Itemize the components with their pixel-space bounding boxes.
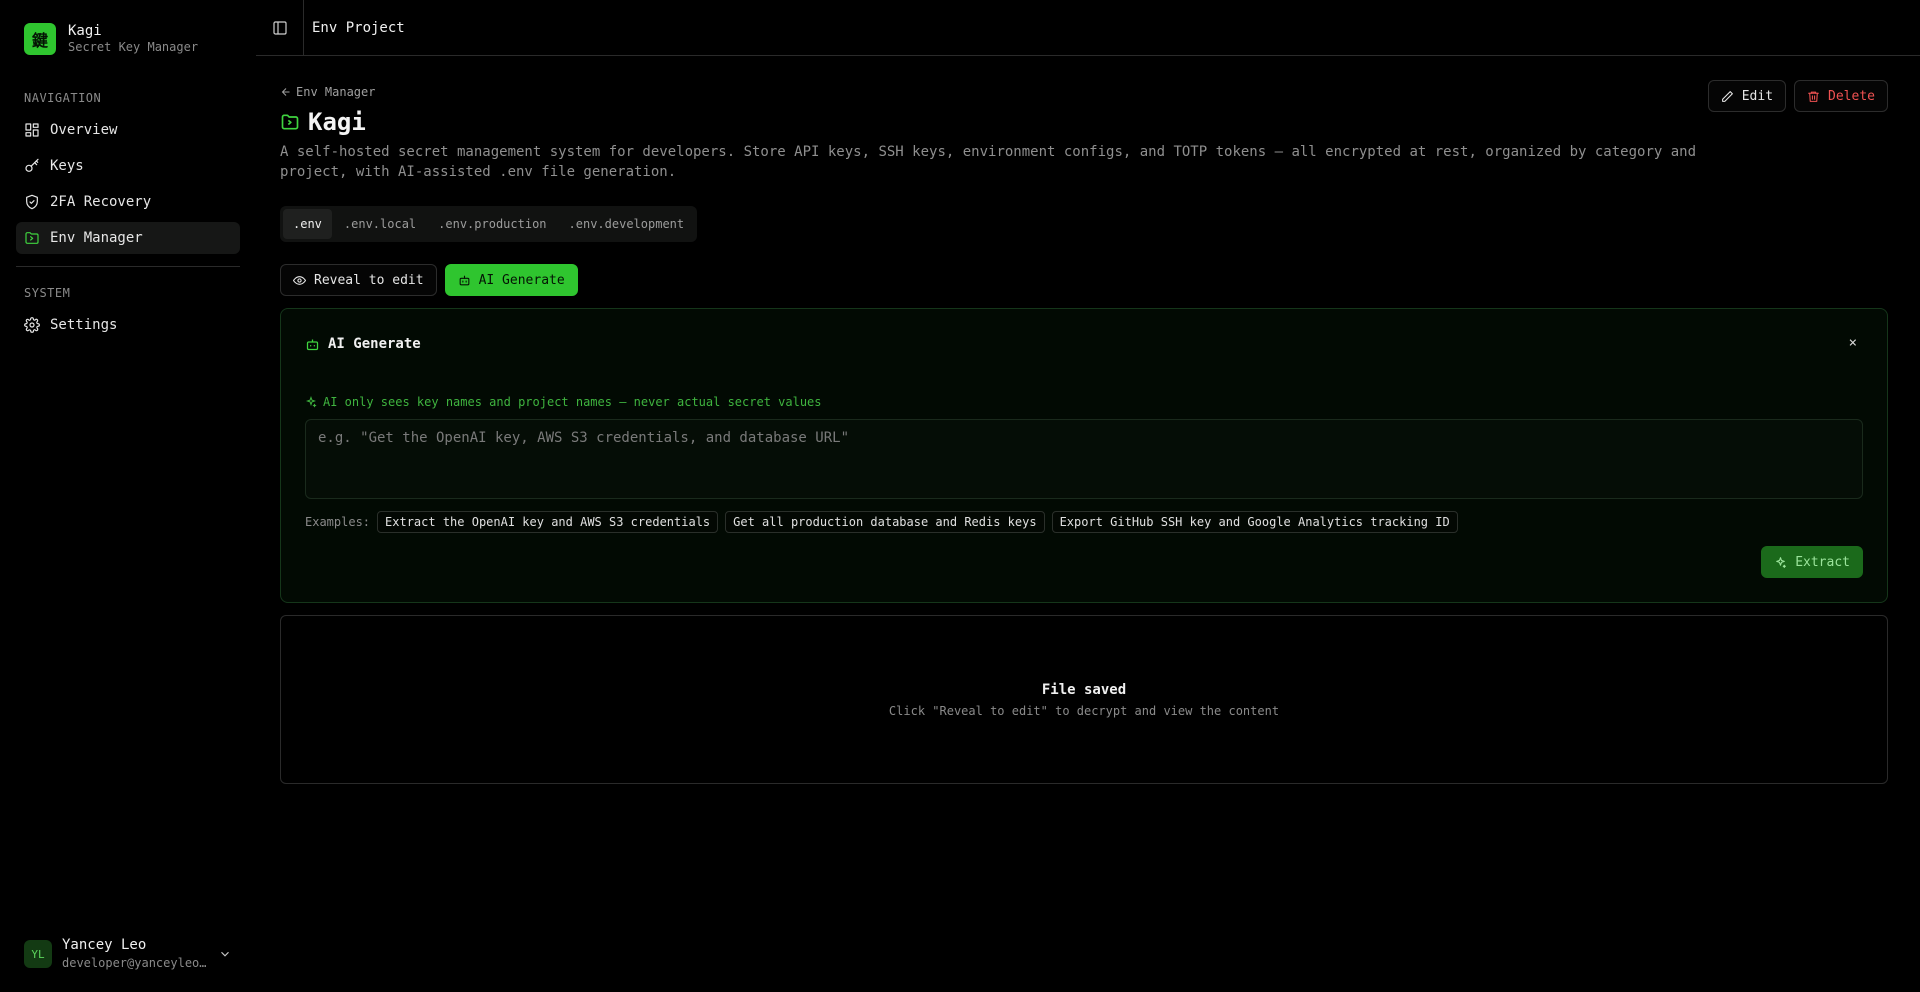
sidebar: 鍵 Kagi Secret Key Manager NAVIGATION Ove… [0,0,256,992]
trash-icon [1808,91,1819,102]
gear-icon [24,317,40,333]
sparkles-icon [305,396,317,408]
ai-generate-panel: AI Generate × AI only sees key names and… [280,308,1888,603]
brand[interactable]: 鍵 Kagi Secret Key Manager [16,0,240,78]
project-description: A self-hosted secret management system f… [280,144,1697,180]
back-link[interactable]: Env Manager [280,84,1888,100]
bot-icon [459,275,469,285]
bot-icon [306,339,319,350]
examples-row: Examples: Extract the OpenAI key and AWS… [305,511,1863,533]
saved-title: File saved [1041,681,1127,698]
sidebar-item-label: Env Manager [50,230,143,246]
system-section-label: SYSTEM [24,286,71,300]
tab-env-development[interactable]: .env.development [559,209,695,239]
delete-button-label: Delete [1828,88,1875,104]
example-chip[interactable]: Extract the OpenAI key and AWS S3 creden… [377,511,719,533]
saved-subtitle: Click "Reveal to edit" to decrypt and vi… [888,703,1280,718]
nav-divider [16,266,240,267]
content: Env Manager Kagi A self-hosted secret ma… [256,56,1920,784]
tab-env-production[interactable]: .env.production [428,209,556,239]
ai-privacy-note: AI only sees key names and project names… [305,395,1863,409]
ai-generate-button[interactable]: AI Generate [444,264,578,296]
sidebar-item-label: 2FA Recovery [50,194,152,210]
extract-button[interactable]: Extract [1761,546,1863,578]
example-chip[interactable]: Get all production database and Redis ke… [725,511,1045,533]
user-menu[interactable]: YL Yancey Leo developer@yanceyleo.com [16,930,240,978]
sidebar-item-2fa-recovery[interactable]: 2FA Recovery [16,186,240,218]
ai-generate-button-label: AI Generate [478,272,565,288]
ai-note-text: AI only sees key names and project names… [323,395,822,409]
arrow-left-icon [281,88,290,96]
sidebar-item-overview[interactable]: Overview [16,114,240,146]
brand-name: Kagi [68,23,102,39]
folder-icon [25,232,39,244]
page-title: Kagi [308,108,366,136]
sidebar-toggle-button[interactable] [256,0,304,56]
examples-label: Examples: [305,515,371,529]
sidebar-item-env-manager[interactable]: Env Manager [16,222,240,254]
user-name: Yancey Leo [62,937,147,953]
file-saved-panel: File saved Click "Reveal to edit" to dec… [280,615,1888,784]
example-chip[interactable]: Export GitHub SSH key and Google Analyti… [1051,511,1458,533]
edit-button[interactable]: Edit [1707,80,1787,112]
user-email: developer@yanceyleo.com [62,956,208,970]
reveal-button-label: Reveal to edit [314,272,424,288]
sidebar-item-label: Overview [50,122,118,138]
topbar: Env Project [256,0,1920,56]
ai-panel-title: AI Generate [328,336,421,352]
key-icon [25,158,39,172]
grid-icon [25,123,39,137]
tab-env-local[interactable]: .env.local [334,209,426,239]
sidebar-item-settings[interactable]: Settings [16,309,240,341]
panel-left-icon [272,20,287,35]
main: Env Project Env Manager Kagi A self-host… [256,0,1920,992]
topbar-title: Env Project [312,19,405,36]
sparkles-icon [1776,556,1787,568]
edit-button-label: Edit [1741,88,1774,104]
shield-check-icon [26,194,38,210]
brand-subtitle: Secret Key Manager [68,40,199,54]
eye-icon [293,275,306,285]
reveal-button[interactable]: Reveal to edit [280,264,437,296]
sidebar-item-keys[interactable]: Keys [16,150,240,182]
ai-prompt-input[interactable] [305,419,1863,499]
back-link-label: Env Manager [296,85,376,99]
nav-section-label: NAVIGATION [24,91,102,105]
brand-logo: 鍵 [24,23,56,55]
env-file-tabs: .env .env.local .env.production .env.dev… [280,206,698,242]
sidebar-item-label: Settings [50,317,118,333]
close-icon[interactable]: × [1849,335,1857,351]
extract-button-label: Extract [1795,554,1850,570]
chevron-down-icon[interactable] [218,947,232,961]
folder-icon [281,114,299,130]
pencil-icon [1721,90,1733,102]
delete-button[interactable]: Delete [1794,80,1888,112]
tab-env[interactable]: .env [283,209,332,239]
sidebar-item-label: Keys [50,158,84,174]
avatar: YL [24,940,52,968]
